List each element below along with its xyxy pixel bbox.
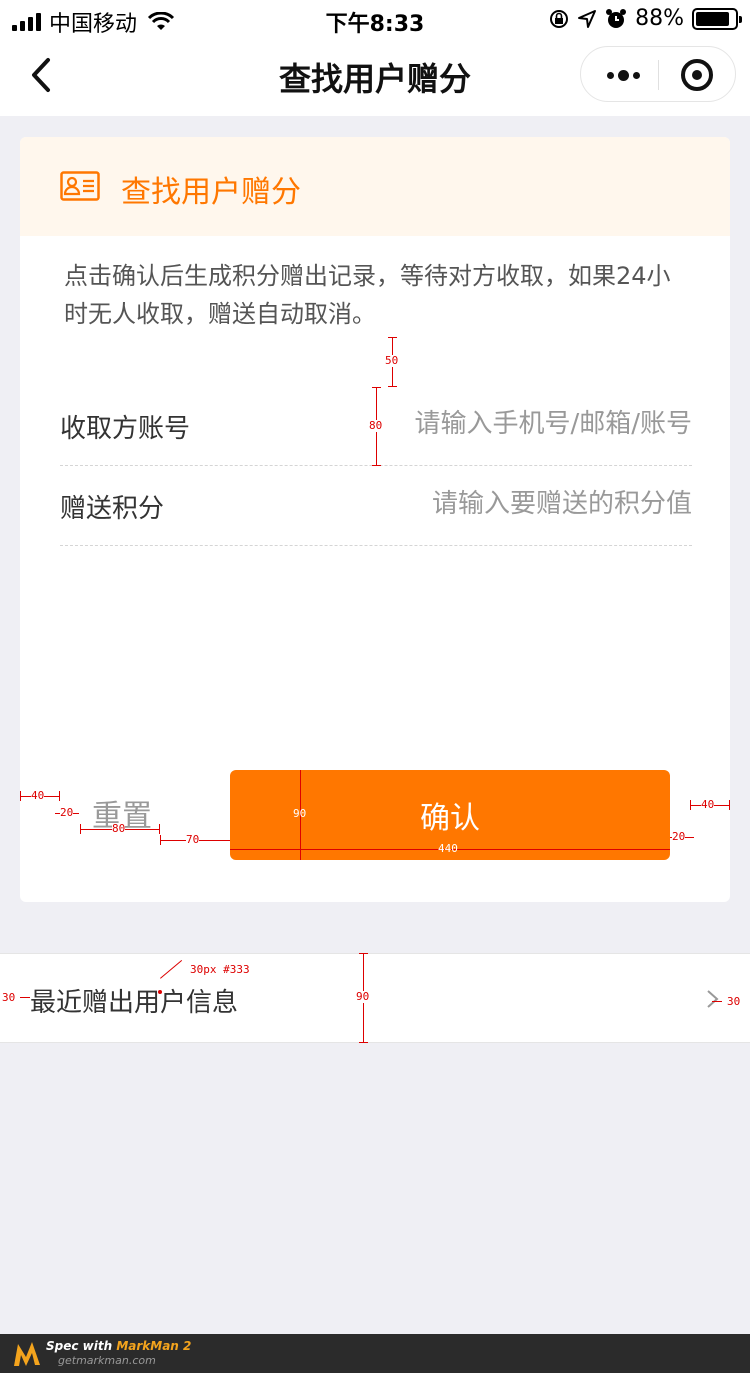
- markman-footer: Spec with MarkMan 2 getmarkman.com: [0, 1334, 750, 1373]
- spec-label: 80: [369, 419, 383, 432]
- card-description: 点击确认后生成积分赠出记录，等待对方收取，如果24小时无人收取，赠送自动取消。: [64, 262, 671, 328]
- spec-line: [59, 791, 60, 801]
- transfer-card: 查找用户赠分 点击确认后生成积分赠出记录，等待对方收取，如果24小时无人收取，赠…: [20, 137, 730, 902]
- spec-line: [388, 337, 397, 338]
- spec-label: 40: [31, 789, 45, 802]
- spec-line: [372, 465, 381, 466]
- status-bar: 中国移动 下午8:33 88%: [0, 0, 750, 40]
- battery-percent: 88%: [635, 6, 684, 31]
- id-card-icon: [60, 171, 100, 201]
- points-row: 赠送积分: [60, 466, 692, 546]
- spec-line: [20, 997, 30, 998]
- spec-line: [359, 953, 368, 954]
- spec-line: [359, 1042, 368, 1043]
- spec-label: 50: [385, 354, 399, 367]
- receiver-account-label: 收取方账号: [60, 414, 191, 444]
- chevron-right-icon: [707, 990, 719, 1008]
- card-title: 查找用户赠分: [121, 175, 301, 210]
- markman-tagline: Spec with MarkMan 2: [46, 1339, 192, 1353]
- spec-line: [160, 835, 161, 845]
- spec-label: 20: [672, 830, 686, 843]
- spec-line: [729, 800, 730, 810]
- recent-recipients-label: 最近赠出用户信息: [30, 988, 239, 1018]
- card-header: 查找用户赠分: [20, 137, 730, 236]
- spec-label: 30px #333: [190, 963, 250, 976]
- close-program-icon[interactable]: [681, 59, 713, 91]
- status-right: 88%: [549, 6, 742, 31]
- spec-line: [20, 791, 21, 801]
- recent-recipients-row[interactable]: 最近赠出用户信息: [0, 953, 750, 1043]
- spec-label: 30: [2, 991, 16, 1004]
- spec-label: 90: [293, 807, 307, 820]
- alarm-icon: [606, 8, 627, 28]
- spec-line: [690, 800, 691, 810]
- mini-program-capsule: [580, 46, 736, 102]
- spec-label: 80: [112, 822, 126, 835]
- spec-label: 70: [186, 833, 200, 846]
- spec-label: 20: [60, 806, 74, 819]
- spec-line: [388, 386, 397, 387]
- spec-line: [372, 387, 381, 388]
- spec-line: [159, 824, 160, 834]
- location-icon: [578, 9, 597, 28]
- markman-logo-icon: [14, 1342, 40, 1366]
- spec-label: 90: [356, 990, 370, 1003]
- spec-label: 40: [701, 798, 715, 811]
- spec-line: [80, 824, 81, 834]
- points-input[interactable]: [352, 482, 692, 526]
- rotation-lock-icon: [550, 9, 569, 28]
- spec-line: [712, 1001, 722, 1002]
- points-label: 赠送积分: [60, 494, 165, 524]
- spec-label: 30: [727, 995, 741, 1008]
- spec-dot: [158, 990, 162, 994]
- battery-icon: [692, 7, 742, 30]
- nav-bar: 查找用户赠分: [0, 40, 750, 116]
- markman-url: getmarkman.com: [58, 1354, 156, 1367]
- markman-brand: MarkMan 2: [116, 1339, 192, 1353]
- capsule-divider: [658, 60, 659, 90]
- more-icon[interactable]: [603, 47, 643, 103]
- spec-label: 440: [438, 842, 458, 855]
- receiver-account-input[interactable]: [352, 402, 692, 446]
